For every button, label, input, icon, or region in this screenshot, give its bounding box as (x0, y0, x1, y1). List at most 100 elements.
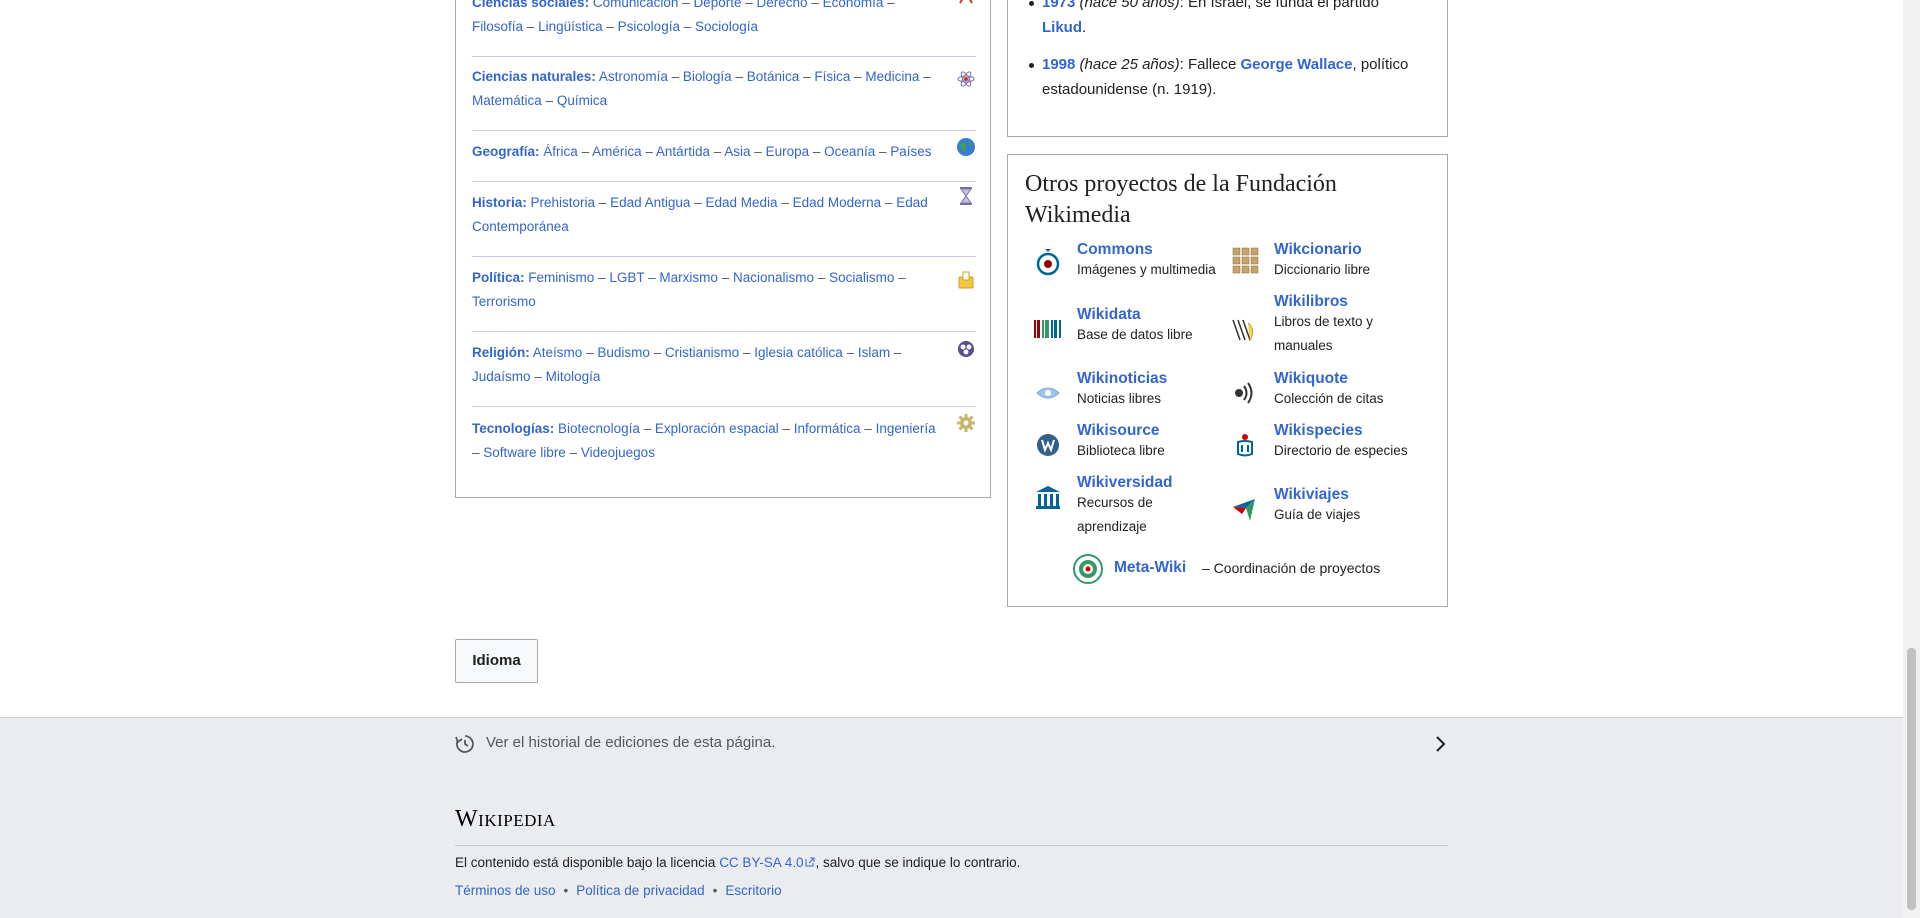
portal-link[interactable]: Lingüística (538, 19, 603, 34)
project-name[interactable]: Wikinoticias (1077, 370, 1167, 388)
license-text-end: , salvo que se indique lo contrario. (815, 855, 1021, 870)
project-name[interactable]: Wikiviajes (1274, 486, 1349, 504)
scrollbar[interactable] (1903, 0, 1920, 918)
project-wikispecies[interactable]: Wikispecies Directorio de especies (1230, 422, 1430, 472)
efemeride-link[interactable]: George Wallace (1240, 56, 1352, 73)
portal-row-historia: Historia: Prehistoria – Edad Antigua – E… (472, 187, 976, 238)
portal-link[interactable]: Socialismo (829, 270, 894, 285)
scrollbar-thumb[interactable] (1907, 648, 1916, 910)
footer-link-privacy[interactable]: Política de privacidad (576, 883, 704, 898)
project-wikiquote[interactable]: Wikiquote Colección de citas (1230, 370, 1430, 420)
footer-links: Términos de uso • Política de privacidad • E… (455, 883, 782, 898)
portal-link[interactable]: Biología (683, 69, 732, 84)
portal-link[interactable]: Feminismo (528, 270, 594, 285)
project-name[interactable]: Wikisource (1077, 422, 1160, 440)
portal-link[interactable]: Ingeniería (876, 421, 936, 436)
portal-link[interactable]: Marxismo (659, 270, 718, 285)
portal-link[interactable]: Software libre (483, 445, 566, 460)
portal-link[interactable]: Europa (766, 144, 810, 159)
project-wikcionario[interactable]: Wikcionario Diccionario libre (1230, 241, 1430, 291)
portal-link[interactable]: Cristianismo (665, 345, 739, 360)
portal-divider (472, 56, 976, 57)
project-wikisource[interactable]: Wikisource Biblioteca libre (1033, 422, 1233, 472)
portal-link[interactable]: Edad Antigua (610, 195, 690, 210)
portal-category-link[interactable]: Política (472, 270, 520, 285)
portal-category-link[interactable]: Ciencias naturales (472, 69, 591, 84)
portal-link[interactable]: Nacionalismo (733, 270, 814, 285)
portal-link[interactable]: África (543, 144, 578, 159)
project-name[interactable]: Wikispecies (1274, 422, 1363, 440)
portal-link[interactable]: Derecho (757, 0, 808, 10)
portal-link[interactable]: Medicina (865, 69, 919, 84)
project-wikidata[interactable]: Wikidata Base de datos libre (1033, 306, 1233, 356)
portal-link[interactable]: Antártida (656, 144, 710, 159)
language-button[interactable]: Idioma (455, 639, 538, 683)
portal-category-link[interactable]: Tecnologías (472, 421, 550, 436)
wikipedia-wordmark[interactable]: Wikipedia (455, 806, 556, 833)
portal-link[interactable]: Física (814, 69, 850, 84)
efemeride-text: : En Israel, se funda el partido (1179, 0, 1379, 11)
portal-link[interactable]: Informática (794, 421, 861, 436)
portal-link[interactable]: Edad Moderna (793, 195, 882, 210)
project-wikiviajes[interactable]: Wikiviajes Guía de viajes (1230, 486, 1430, 536)
project-name[interactable]: Meta-Wiki (1114, 559, 1186, 577)
license-text-start: El contenido está disponible bajo la lic… (455, 855, 720, 870)
portal-link[interactable]: Videojuegos (581, 445, 655, 460)
portal-link[interactable]: Budismo (597, 345, 650, 360)
portal-link[interactable]: Astronomía (599, 69, 668, 84)
portal-link[interactable]: Comunicación (593, 0, 679, 10)
project-desc: Libros de texto y manuales (1274, 314, 1374, 353)
portal-link[interactable]: Exploración espacial (655, 421, 779, 436)
project-desc: Base de datos libre (1077, 327, 1193, 342)
project-name[interactable]: Wikcionario (1274, 241, 1362, 259)
portal-link[interactable]: Mitología (546, 369, 601, 384)
footer-link-desktop[interactable]: Escritorio (725, 883, 781, 898)
portal-link[interactable]: Islam (858, 345, 890, 360)
portal-link[interactable]: Oceanía (824, 144, 875, 159)
portal-link[interactable]: Sociología (695, 19, 758, 34)
portal-link[interactable]: Prehistoria (531, 195, 596, 210)
portal-link[interactable]: Ateísmo (533, 345, 583, 360)
license-link[interactable]: CC BY-SA 4.0 (719, 855, 803, 870)
project-metawiki[interactable]: Meta-Wiki – Coordinación de proyectos (1072, 553, 1432, 584)
project-wikiversidad[interactable]: Wikiversidad Recursos de aprendizaje (1033, 474, 1233, 544)
project-name[interactable]: Wikiquote (1274, 370, 1348, 388)
history-link-text[interactable]: Ver el historial de ediciones de esta pá… (486, 734, 775, 751)
project-desc: – Coordinación de proyectos (1202, 560, 1381, 576)
portal-link[interactable]: Matemática (472, 93, 542, 108)
portal-link[interactable]: Biotecnología (558, 421, 640, 436)
social-sciences-icon (959, 0, 973, 4)
project-name[interactable]: Wikilibros (1274, 293, 1348, 311)
project-name[interactable]: Wikiversidad (1077, 474, 1172, 492)
portal-link[interactable]: Deporte (693, 0, 741, 10)
chevron-right-icon[interactable] (1430, 734, 1450, 754)
portal-link[interactable]: Países (890, 144, 931, 159)
efemeride-link[interactable]: Likud (1042, 19, 1082, 36)
portal-category-link[interactable]: Historia (472, 195, 522, 210)
project-wikinoticias[interactable]: Wikinoticias Noticias libres (1033, 370, 1233, 420)
portal-link[interactable]: Terrorismo (472, 294, 536, 309)
portal-link[interactable]: Economía (823, 0, 884, 10)
portal-link[interactable]: Asia (724, 144, 750, 159)
portal-link[interactable]: Iglesia católica (754, 345, 843, 360)
portal-link[interactable]: LGBT (609, 270, 644, 285)
portal-link[interactable]: América (592, 144, 642, 159)
portal-link[interactable]: Filosofía (472, 19, 523, 34)
portal-link[interactable]: Química (557, 93, 607, 108)
year-link[interactable]: 1998 (1042, 56, 1075, 73)
project-name[interactable]: Commons (1077, 241, 1153, 259)
portal-link[interactable]: Edad Media (705, 195, 777, 210)
project-name[interactable]: Wikidata (1077, 306, 1141, 324)
atom-icon (957, 71, 975, 87)
portal-category-link[interactable]: Ciencias sociales (472, 0, 585, 10)
project-wikilibros[interactable]: Wikilibros Libros de texto y manuales (1230, 293, 1430, 363)
history-bar[interactable]: Ver el historial de ediciones de esta pá… (0, 717, 1903, 771)
project-commons[interactable]: Commons Imágenes y multimedia (1033, 241, 1233, 291)
portal-link[interactable]: Botánica (747, 69, 800, 84)
portal-category-link[interactable]: Geografía (472, 144, 535, 159)
portal-link[interactable]: Psicología (618, 19, 680, 34)
footer-link-terms[interactable]: Términos de uso (455, 883, 556, 898)
portal-category-link[interactable]: Religión (472, 345, 525, 360)
portal-link[interactable]: Judaísmo (472, 369, 531, 384)
year-link[interactable]: 1973 (1042, 0, 1075, 11)
